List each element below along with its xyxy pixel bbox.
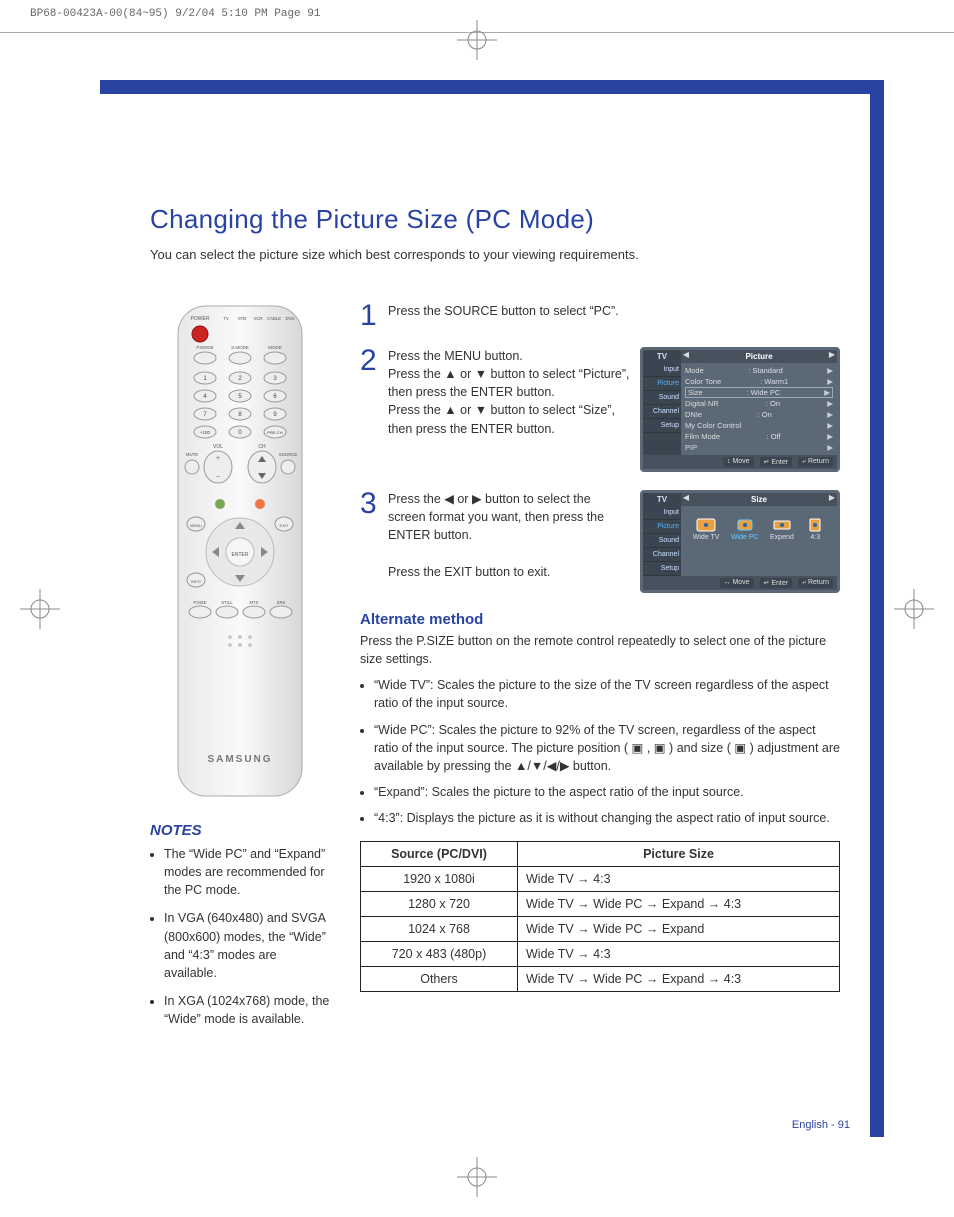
svg-text:SAMSUNG: SAMSUNG [207,754,272,765]
crop-mark-top [457,20,497,60]
svg-text:+100: +100 [200,430,211,435]
svg-text:P.SIZE: P.SIZE [193,600,206,605]
notes-heading: NOTES [150,822,330,839]
step-text: Press the SOURCE button to select “PC”. [388,302,840,320]
step-text: Press the ◀ or ▶ button to select the sc… [388,490,630,581]
svg-text:MODE: MODE [268,345,282,350]
osd-main: Mode: Standard▶ Color Tone: Warm1▶ Size:… [681,363,837,455]
border-top [100,80,884,94]
list-item: “4:3”: Displays the picture as it is wit… [374,809,840,827]
notes-list: The “Wide PC” and “Expand” modes are rec… [150,845,330,1028]
step-2: 2 Press the MENU button. Press the ▲ or … [360,347,840,472]
svg-text:CABLE: CABLE [267,316,281,321]
svg-text:CH: CH [258,444,266,450]
svg-text:TV: TV [223,316,229,321]
osd-tv-label: TV [643,350,681,363]
content-area: Changing the Picture Size (PC Mode) You … [100,94,870,1137]
osd-sidebar: Input Picture Sound Channel Setup [643,363,681,455]
intro-text: You can select the picture size which be… [150,247,840,262]
svg-text:STILL: STILL [221,600,233,605]
alternate-list: “Wide TV”: Scales the picture to the siz… [360,676,840,827]
svg-text:−: − [216,474,220,481]
page-title: Changing the Picture Size (PC Mode) [150,204,840,235]
svg-text:MTS: MTS [249,600,258,605]
svg-text:INFO: INFO [191,579,201,584]
page-sheet: BP68-00423A-00(84~95) 9/2/04 5:10 PM Pag… [0,0,954,1217]
step-3: 3 Press the ◀ or ▶ button to select the … [360,490,840,593]
svg-text:SRS: SRS [277,600,286,605]
border-right [870,80,884,1137]
table-row: 1920 x 1080iWide TV → 4:3 [361,867,840,892]
table-header: Picture Size [518,842,840,867]
svg-text:EXIT: EXIT [280,523,289,528]
step-number: 2 [360,347,378,374]
svg-text:VOL: VOL [213,444,223,450]
note-item: The “Wide PC” and “Expand” modes are rec… [164,845,330,899]
note-item: In VGA (640x480) and SVGA (800x600) mode… [164,909,330,982]
svg-text:PRE-CH: PRE-CH [267,430,282,435]
table-header: Source (PC/DVI) [361,842,518,867]
svg-text:MENU: MENU [190,523,202,528]
table-row: 1024 x 768Wide TV → Wide PC → Expand [361,917,840,942]
page-frame: Changing the Picture Size (PC Mode) You … [100,80,884,1137]
table-row: 720 x 483 (480p)Wide TV → 4:3 [361,942,840,967]
alternate-heading: Alternate method [360,611,840,628]
picture-size-table: Source (PC/DVI)Picture Size 1920 x 1080i… [360,841,840,992]
osd-screenshot-size: TV ◀ Size ▶ Input Picture Sound [640,490,840,593]
step-text: Press the MENU button. Press the ▲ or ▼ … [388,347,630,438]
crop-mark-left [20,589,60,629]
osd-size-options: Wide TV Wide PC Expend 4:3 [685,508,833,551]
step-number: 1 [360,302,378,329]
osd-title: Picture [691,350,827,363]
svg-text:STB: STB [238,316,246,321]
svg-text:VCR: VCR [253,316,262,321]
svg-text:+: + [216,455,220,462]
crop-mark-right [894,589,934,629]
print-header: BP68-00423A-00(84~95) 9/2/04 5:10 PM Pag… [30,8,320,20]
page-number: English - 91 [792,1119,850,1131]
crop-mark-bottom [457,1157,497,1197]
svg-text:ENTER: ENTER [232,552,249,558]
list-item: “Wide TV”: Scales the picture to the siz… [374,676,840,712]
table-row: 1280 x 720Wide TV → Wide PC → Expand → 4… [361,892,840,917]
list-item: “Wide PC”: Scales the picture to 92% of … [374,721,840,775]
step-1: 1 Press the SOURCE button to select “PC”… [360,302,840,329]
osd-screenshot-picture: TV ◀ Picture ▶ Input Picture Soun [640,347,840,472]
step-number: 3 [360,490,378,517]
svg-text:P.MODE: P.MODE [196,345,213,350]
alternate-text: Press the P.SIZE button on the remote co… [360,632,840,668]
table-row: OthersWide TV → Wide PC → Expand → 4:3 [361,967,840,992]
svg-text:MUTE: MUTE [186,452,198,457]
list-item: “Expand”: Scales the picture to the aspe… [374,783,840,801]
right-column: 1 Press the SOURCE button to select “PC”… [360,302,840,1038]
note-item: In XGA (1024x768) mode, the “Wide” mode … [164,992,330,1028]
svg-text:DVD: DVD [285,316,294,321]
svg-text:S.MODE: S.MODE [231,345,249,350]
remote-control: POWER TV STB VCR CABLE DVD P.MODE S.MODE… [170,302,310,802]
left-column: POWER TV STB VCR CABLE DVD P.MODE S.MODE… [150,302,330,1038]
svg-text:SOURCE: SOURCE [279,452,298,457]
svg-text:POWER: POWER [191,316,210,322]
